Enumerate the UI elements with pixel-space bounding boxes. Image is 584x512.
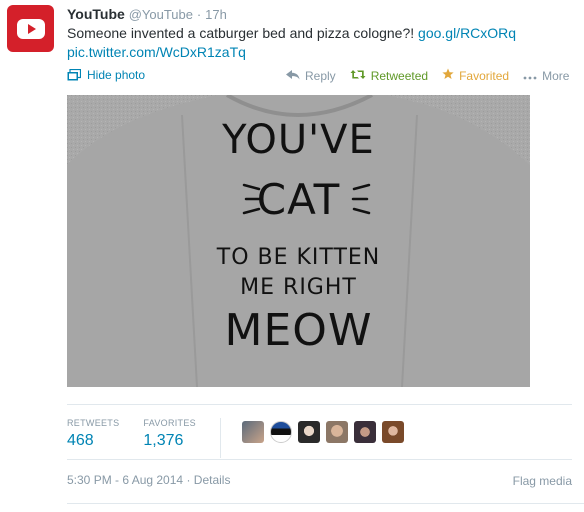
shirt-line-3: TO BE KITTEN	[216, 245, 381, 270]
stats-separator	[219, 418, 221, 458]
retweet-button[interactable]: Retweeted	[350, 69, 428, 83]
details-link[interactable]: Details	[194, 473, 231, 487]
timestamp-text[interactable]: 5:30 PM - 6 Aug 2014	[67, 473, 183, 487]
tweet: YouTube @YouTube · 17h Someone invented …	[0, 0, 584, 512]
shirt-line-4: ME RIGHT	[240, 275, 357, 300]
photo-icon	[67, 68, 82, 81]
shirt-line-1: YOU'VE	[222, 117, 375, 163]
favoriters-list	[242, 421, 404, 443]
retweet-label: Retweeted	[370, 68, 429, 83]
youtube-logo-icon	[16, 18, 45, 39]
avatar[interactable]	[7, 5, 54, 52]
reply-button[interactable]: Reply	[286, 69, 336, 83]
tweet-photo[interactable]: YOU'VE CAT TO BE KITTEN ME RIGHT MEOW	[67, 95, 530, 387]
tweet-media-link[interactable]: pic.twitter.com/WcDxR1zaTq	[67, 44, 246, 60]
favorite-label: Favorited	[459, 68, 510, 83]
favorites-label: FAVORITES	[143, 418, 196, 428]
retweets-stat[interactable]: RETWEETS 468	[67, 418, 119, 450]
tweet-timestamp: 5:30 PM - 6 Aug 2014 · Details	[67, 473, 230, 487]
separator: ·	[196, 7, 202, 22]
favorites-stat[interactable]: FAVORITES 1,376	[143, 418, 196, 450]
author-name[interactable]: YouTube	[67, 6, 125, 22]
tweet-link[interactable]: goo.gl/RCxORq	[418, 25, 516, 41]
hide-photo-toggle[interactable]: Hide photo	[67, 68, 145, 82]
reply-icon	[286, 69, 300, 83]
favoriter-avatar[interactable]	[298, 421, 320, 443]
shirt-line-5: MEOW	[224, 305, 373, 356]
favoriter-avatar[interactable]	[382, 421, 404, 443]
timestamp-separator: ·	[186, 473, 191, 487]
favoriter-avatar[interactable]	[270, 421, 292, 443]
favoriter-avatar[interactable]	[242, 421, 264, 443]
shirt-print: YOU'VE CAT TO BE KITTEN ME RIGHT MEOW	[67, 95, 530, 387]
screen-name[interactable]: @YouTube	[129, 7, 193, 22]
divider	[67, 459, 572, 460]
hide-photo-label: Hide photo	[87, 68, 146, 82]
favoriter-avatar[interactable]	[326, 421, 348, 443]
tweet-header: YouTube @YouTube · 17h	[67, 6, 227, 22]
tweet-stats: RETWEETS 468 FAVORITES 1,376	[67, 418, 233, 458]
tweet-text: Someone invented a catburger bed and piz…	[67, 24, 572, 62]
more-label: More	[542, 68, 570, 83]
tweet-time[interactable]: 17h	[205, 7, 227, 22]
tweet-actions: Reply Retweeted Favorited More	[286, 68, 569, 83]
flag-media-link[interactable]: Flag media	[513, 474, 572, 488]
shirt-line-2: CAT	[256, 175, 341, 224]
favoriter-avatar[interactable]	[354, 421, 376, 443]
more-button[interactable]: More	[523, 69, 569, 83]
favorite-button[interactable]: Favorited	[442, 68, 509, 83]
divider	[67, 404, 572, 405]
retweets-label: RETWEETS	[67, 418, 120, 428]
retweets-count: 468	[67, 432, 94, 449]
star-icon	[442, 68, 454, 83]
retweet-icon	[350, 69, 366, 83]
favorites-count: 1,376	[143, 432, 184, 449]
tweet-body: Someone invented a catburger bed and piz…	[67, 25, 415, 41]
reply-label: Reply	[305, 68, 336, 83]
divider	[67, 503, 584, 504]
more-icon	[523, 69, 537, 83]
